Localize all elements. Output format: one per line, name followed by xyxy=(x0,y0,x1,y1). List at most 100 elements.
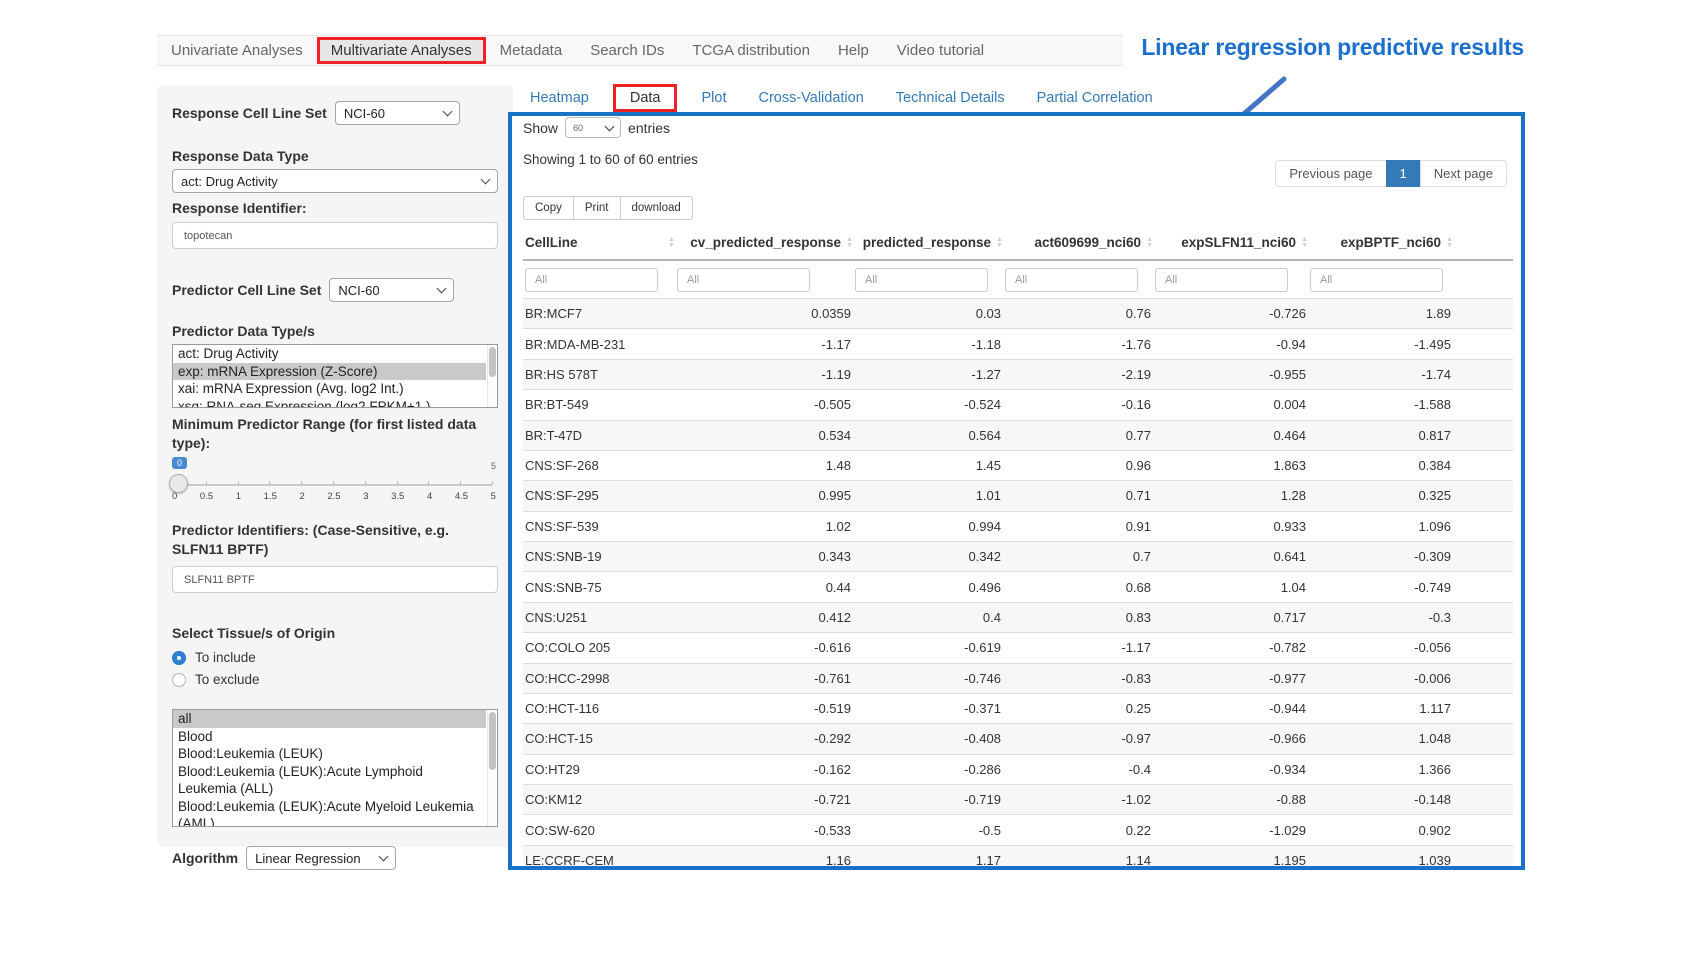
value-cell: 0.76 xyxy=(1003,299,1153,329)
value-cell: 0.0359 xyxy=(675,299,853,329)
tissue-listbox[interactable]: allBloodBlood:Leukemia (LEUK)Blood:Leuke… xyxy=(172,709,498,827)
response-data-type-label: Response Data Type xyxy=(172,147,498,166)
radio-to-include[interactable]: To include xyxy=(172,650,498,665)
value-cell: 0.464 xyxy=(1153,420,1308,450)
response-identifier-input[interactable]: topotecan xyxy=(172,222,498,249)
table-toolbar: CopyPrintdownload xyxy=(523,196,693,220)
nav-item-multivariate-analyses[interactable]: Multivariate Analyses xyxy=(317,37,486,64)
nav-item-help[interactable]: Help xyxy=(824,37,883,64)
value-cell: -1.74 xyxy=(1308,359,1513,389)
min-predictor-range-label: Minimum Predictor Range (for first liste… xyxy=(172,415,498,453)
column-header-cv_predicted_response[interactable]: cv_predicted_response▲▼ xyxy=(675,229,853,260)
table-row: CO:HCT-15-0.292-0.408-0.97-0.9661.048 xyxy=(523,724,1513,754)
slider-tickmark xyxy=(269,481,270,485)
column-filter-input[interactable]: All xyxy=(677,268,810,292)
column-header-expslfn11_nci60[interactable]: expSLFN11_nci60 ▲▼ xyxy=(1153,229,1308,260)
column-filter-input[interactable]: All xyxy=(1005,268,1138,292)
value-cell: 0.534 xyxy=(675,420,853,450)
tab-partial-correlation[interactable]: Partial Correlation xyxy=(1029,86,1161,110)
value-cell: 1.45 xyxy=(853,450,1003,480)
page-number-button[interactable]: 1 xyxy=(1386,160,1421,187)
value-cell: -0.006 xyxy=(1308,663,1513,693)
value-cell: 0.384 xyxy=(1308,450,1513,480)
value-cell: -1.17 xyxy=(675,329,853,359)
column-filter-input[interactable]: All xyxy=(1155,268,1288,292)
value-cell: -0.371 xyxy=(853,693,1003,723)
listbox-option[interactable]: xsq: RNA-seq Expression (log2 FPKM+1.) xyxy=(173,398,486,409)
value-cell: -0.056 xyxy=(1308,633,1513,663)
listbox-option[interactable]: Blood:Leukemia (LEUK):Acute Myeloid Leuk… xyxy=(173,798,486,828)
sort-icon: ▲▼ xyxy=(1301,237,1308,248)
slider-tickmark xyxy=(238,481,239,485)
column-header-expbptf_nci60[interactable]: expBPTF_nci60▲▼ xyxy=(1308,229,1513,260)
nav-item-metadata[interactable]: Metadata xyxy=(486,37,577,64)
tab-plot[interactable]: Plot xyxy=(693,86,734,110)
slider-tick-label: 4 xyxy=(427,491,432,502)
value-cell: -1.588 xyxy=(1308,390,1513,420)
tab-cross-validation[interactable]: Cross-Validation xyxy=(750,86,871,110)
value-cell: -0.616 xyxy=(675,633,853,663)
table-row: CO:HCC-2998-0.761-0.746-0.83-0.977-0.006 xyxy=(523,663,1513,693)
value-cell: 0.325 xyxy=(1308,481,1513,511)
tab-data[interactable]: Data xyxy=(613,84,678,112)
cell-line-cell: BR:BT-549 xyxy=(523,390,675,420)
algorithm-select[interactable]: Linear Regression xyxy=(246,846,396,870)
tab-technical-details[interactable]: Technical Details xyxy=(888,86,1013,110)
predictor-data-types-listbox[interactable]: act: Drug Activityexp: mRNA Expression (… xyxy=(172,344,498,408)
listbox-option[interactable]: xai: mRNA Expression (Avg. log2 Int.) xyxy=(173,380,486,398)
tab-heatmap[interactable]: Heatmap xyxy=(522,86,597,110)
listbox-option[interactable]: exp: mRNA Expression (Z-Score) xyxy=(173,363,486,381)
listbox-option[interactable]: Blood xyxy=(173,728,486,746)
listbox-option[interactable]: Blood:Leukemia (LEUK):Acute Lymphoid Leu… xyxy=(173,763,486,798)
column-header-act609699_nci60[interactable]: act609699_nci60▲▼ xyxy=(1003,229,1153,260)
scrollbar[interactable] xyxy=(487,710,497,826)
value-cell: 0.817 xyxy=(1308,420,1513,450)
annotation-title: Linear regression predictive results xyxy=(1141,34,1524,60)
listbox-option[interactable]: all xyxy=(173,710,486,728)
nav-item-search-ids[interactable]: Search IDs xyxy=(576,37,678,64)
download-button[interactable]: download xyxy=(620,196,693,220)
column-header-label: expSLFN11_nci60 xyxy=(1181,235,1296,250)
slider-track[interactable] xyxy=(174,484,492,486)
predictor-cell-line-set-select[interactable]: NCI-60 xyxy=(329,278,454,302)
value-cell: 1.04 xyxy=(1153,572,1308,602)
scrollbar[interactable] xyxy=(487,345,497,407)
value-cell: -1.029 xyxy=(1153,815,1308,845)
column-filter-input[interactable]: All xyxy=(1310,268,1443,292)
value-cell: 0.22 xyxy=(1003,815,1153,845)
value-cell: 1.48 xyxy=(675,450,853,480)
value-cell: -0.148 xyxy=(1308,785,1513,815)
value-cell: -0.162 xyxy=(675,754,853,784)
table-row: CNS:SF-5391.020.9940.910.9331.096 xyxy=(523,511,1513,541)
response-data-type-select[interactable]: act: Drug Activity xyxy=(172,169,498,193)
column-header-cellline[interactable]: CellLine▲▼ xyxy=(523,229,675,260)
radio-to-exclude[interactable]: To exclude xyxy=(172,672,498,687)
listbox-option[interactable]: act: Drug Activity xyxy=(173,345,486,363)
value-cell: -0.619 xyxy=(853,633,1003,663)
table-row: CNS:SF-2681.481.450.961.8630.384 xyxy=(523,450,1513,480)
next-page-button[interactable]: Next page xyxy=(1420,160,1507,187)
column-filter-input[interactable]: All xyxy=(855,268,988,292)
column-filter-input[interactable]: All xyxy=(525,268,658,292)
predictor-identifiers-input[interactable]: SLFN11 BPTF xyxy=(172,566,498,593)
nav-item-tcga-distribution[interactable]: TCGA distribution xyxy=(678,37,824,64)
copy-button[interactable]: Copy xyxy=(523,196,574,220)
column-header-predicted_response[interactable]: predicted_response▲▼ xyxy=(853,229,1003,260)
nav-item-univariate-analyses[interactable]: Univariate Analyses xyxy=(157,37,317,64)
slider-tickmark xyxy=(492,481,493,485)
value-cell: -0.749 xyxy=(1308,572,1513,602)
column-header-label: CellLine xyxy=(525,235,578,250)
table-row: CO:HT29-0.162-0.286-0.4-0.9341.366 xyxy=(523,754,1513,784)
slider-tick-label: 2 xyxy=(299,491,304,502)
show-entries-select[interactable]: 60 xyxy=(565,117,621,138)
value-cell: -0.726 xyxy=(1153,299,1308,329)
min-predictor-range-slider[interactable]: 0 5 00.511.522.533.544.55 xyxy=(172,457,498,509)
cell-line-cell: CNS:SF-539 xyxy=(523,511,675,541)
nav-item-video-tutorial[interactable]: Video tutorial xyxy=(883,37,998,64)
response-cell-line-set-select[interactable]: NCI-60 xyxy=(335,101,460,125)
slider-tickmark xyxy=(206,481,207,485)
previous-page-button[interactable]: Previous page xyxy=(1275,160,1386,187)
print-button[interactable]: Print xyxy=(573,196,621,220)
listbox-option[interactable]: Blood:Leukemia (LEUK) xyxy=(173,745,486,763)
value-cell: -0.966 xyxy=(1153,724,1308,754)
